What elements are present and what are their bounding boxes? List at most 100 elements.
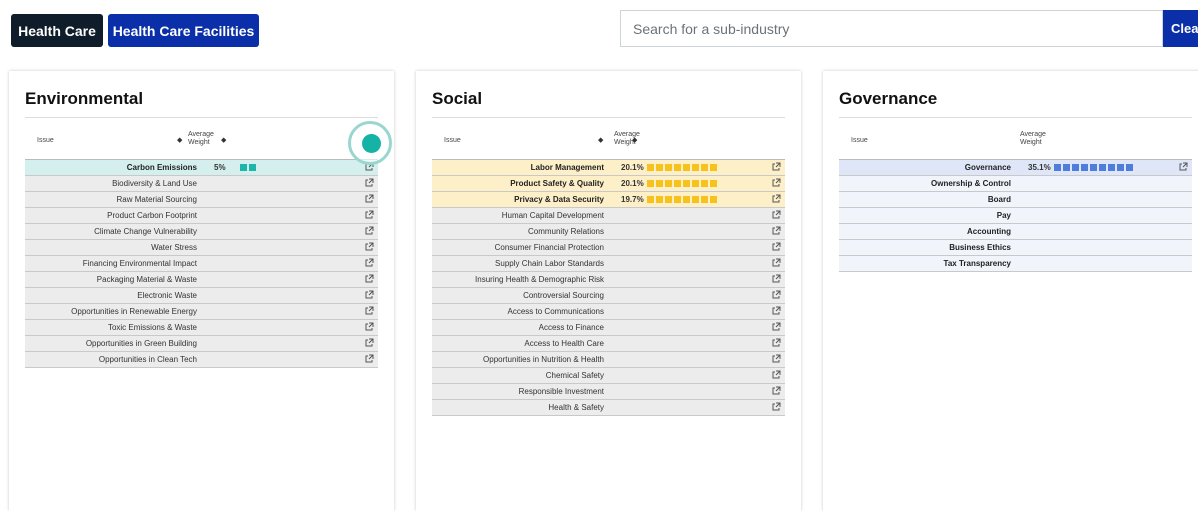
external-link-icon[interactable] (364, 210, 374, 220)
external-link-icon[interactable] (771, 290, 781, 300)
table-row[interactable]: Chemical Safety (432, 368, 785, 384)
table-row[interactable]: Product Carbon Footprint (25, 208, 378, 224)
table-row[interactable]: Privacy & Data Security 19.7% (432, 192, 785, 208)
table-row[interactable]: Opportunities in Renewable Energy (25, 304, 378, 320)
weight-bar-segment (1063, 164, 1070, 171)
external-link-icon[interactable] (364, 274, 374, 284)
table-row[interactable]: Community Relations (432, 224, 785, 240)
table-row[interactable]: Business Ethics (839, 240, 1192, 256)
table-row[interactable]: Pay (839, 208, 1192, 224)
external-link-icon[interactable] (364, 242, 374, 252)
table-row[interactable]: Biodiversity & Land Use (25, 176, 378, 192)
sort-icon[interactable]: ◆ (177, 136, 182, 144)
external-link-icon[interactable] (771, 274, 781, 284)
sort-icon[interactable]: ◆ (632, 136, 637, 144)
external-link-icon[interactable] (364, 178, 374, 188)
external-link-icon[interactable] (364, 322, 374, 332)
table-row[interactable]: Labor Management 20.1% (432, 160, 785, 176)
sort-icon[interactable]: ◆ (221, 136, 226, 144)
average-weight-header[interactable]: Average Weight (188, 131, 214, 147)
table-row[interactable]: Insuring Health & Demographic Risk (432, 272, 785, 288)
external-link-icon[interactable] (771, 162, 781, 172)
breadcrumb-health-care-facilities[interactable]: Health Care Facilities (108, 14, 259, 47)
table-row[interactable]: Opportunities in Nutrition & Health (432, 352, 785, 368)
issue-label: Water Stress (151, 243, 197, 252)
issue-label: Product Safety & Quality (510, 179, 604, 188)
table-row[interactable]: Packaging Material & Waste (25, 272, 378, 288)
external-link-icon[interactable] (771, 178, 781, 188)
table-row[interactable]: Carbon Emissions 5% (25, 160, 378, 176)
table-row[interactable]: Supply Chain Labor Standards (432, 256, 785, 272)
external-link-icon[interactable] (771, 338, 781, 348)
sort-icon[interactable]: ◆ (598, 136, 603, 144)
table-row[interactable]: Access to Finance (432, 320, 785, 336)
table-row[interactable]: Board (839, 192, 1192, 208)
table-row[interactable]: Health & Safety (432, 400, 785, 416)
search-field[interactable] (620, 10, 1163, 47)
table-row[interactable]: Financing Environmental Impact (25, 256, 378, 272)
external-link-icon[interactable] (771, 306, 781, 316)
table-row[interactable]: Opportunities in Green Building (25, 336, 378, 352)
breadcrumb-health-care[interactable]: Health Care (11, 14, 103, 47)
table-row[interactable]: Human Capital Development (432, 208, 785, 224)
table-row[interactable]: Access to Health Care (432, 336, 785, 352)
issue-label: Consumer Financial Protection (494, 243, 604, 252)
external-link-icon[interactable] (771, 194, 781, 204)
external-link-icon[interactable] (771, 354, 781, 364)
issue-header: Issue (851, 137, 868, 144)
table-row[interactable]: Tax Transparency (839, 256, 1192, 272)
weight-bar-segment (1099, 164, 1106, 171)
table-row[interactable]: Governance 35.1% (839, 160, 1192, 176)
table-row[interactable]: Ownership & Control (839, 176, 1192, 192)
cursor-dot (362, 134, 381, 153)
table-row[interactable]: Controversial Sourcing (432, 288, 785, 304)
search-input[interactable] (621, 11, 1162, 46)
table-header: Issue Average Weight (839, 127, 1192, 157)
external-link-icon[interactable] (771, 210, 781, 220)
table-row[interactable]: Responsible Investment (432, 384, 785, 400)
table-row[interactable]: Water Stress (25, 240, 378, 256)
external-link-icon[interactable] (364, 338, 374, 348)
external-link-icon[interactable] (771, 242, 781, 252)
weight-bar-segment (656, 180, 663, 187)
weight-value: 20.1% (621, 179, 644, 188)
clear-button[interactable]: Clear (1163, 10, 1198, 47)
issue-label: Labor Management (530, 163, 604, 172)
external-link-icon[interactable] (771, 322, 781, 332)
issues-table: Labor Management 20.1% Product Safety & Qu… (432, 159, 785, 416)
table-row[interactable]: Climate Change Vulnerability (25, 224, 378, 240)
external-link-icon[interactable] (1178, 162, 1188, 172)
issue-label: Raw Material Sourcing (116, 195, 197, 204)
issue-label: Ownership & Control (931, 179, 1011, 188)
issue-label: Biodiversity & Land Use (112, 179, 197, 188)
table-row[interactable]: Opportunities in Clean Tech (25, 352, 378, 368)
weight-bar-segment (665, 180, 672, 187)
table-row[interactable]: Electronic Waste (25, 288, 378, 304)
table-row[interactable]: Raw Material Sourcing (25, 192, 378, 208)
table-row[interactable]: Consumer Financial Protection (432, 240, 785, 256)
external-link-icon[interactable] (771, 386, 781, 396)
external-link-icon[interactable] (364, 290, 374, 300)
external-link-icon[interactable] (364, 306, 374, 316)
external-link-icon[interactable] (771, 226, 781, 236)
external-link-icon[interactable] (364, 194, 374, 204)
issue-header[interactable]: Issue (37, 137, 54, 144)
weight-bar-segment (683, 180, 690, 187)
table-row[interactable]: Toxic Emissions & Waste (25, 320, 378, 336)
external-link-icon[interactable] (771, 402, 781, 412)
governance-title: Governance (839, 89, 938, 108)
external-link-icon[interactable] (771, 370, 781, 380)
external-link-icon[interactable] (771, 258, 781, 268)
external-link-icon[interactable] (364, 226, 374, 236)
external-link-icon[interactable] (364, 354, 374, 364)
table-row[interactable]: Access to Communications (432, 304, 785, 320)
weight-bar-segment (647, 196, 654, 203)
issue-label: Product Carbon Footprint (107, 211, 197, 220)
table-row[interactable]: Accounting (839, 224, 1192, 240)
external-link-icon[interactable] (364, 258, 374, 268)
table-row[interactable]: Product Safety & Quality 20.1% (432, 176, 785, 192)
weight-bar-segment (1081, 164, 1088, 171)
issue-header[interactable]: Issue (444, 137, 461, 144)
top-bar: Health Care Health Care Facilities Clear (0, 0, 1198, 60)
weight-bar-segment (692, 196, 699, 203)
